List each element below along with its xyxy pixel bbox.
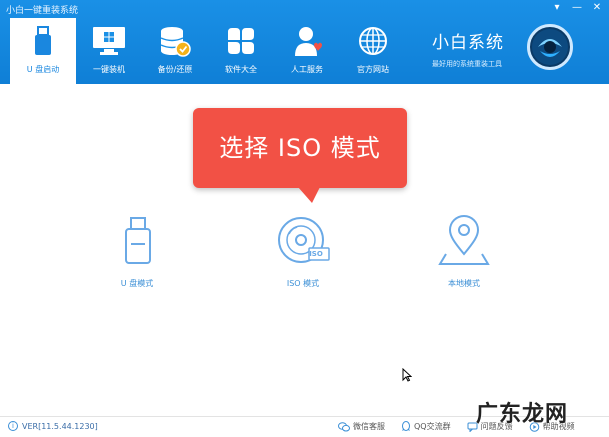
nav-item-usb-boot[interactable]: U 盘启动 bbox=[10, 18, 76, 84]
menu-dropdown-button[interactable]: ▾ bbox=[551, 2, 563, 14]
nav-item-software[interactable]: 软件大全 bbox=[208, 18, 274, 84]
version-info: i VER[11.5.44.1230] bbox=[8, 421, 98, 431]
nav-item-backup[interactable]: 备份/还原 bbox=[142, 18, 208, 84]
footer-link-label: QQ交流群 bbox=[414, 422, 451, 431]
mode-local[interactable]: 本地模式 bbox=[429, 214, 499, 289]
iso-mode-tooltip: 选择 ISO 模式 bbox=[193, 108, 407, 188]
mode-label: ISO 模式 bbox=[286, 279, 320, 288]
usb-drive-icon bbox=[25, 24, 61, 58]
close-button[interactable]: ✕ bbox=[591, 2, 603, 14]
header-bar: 小白一键重装系统 ▾ — ✕ U 盘启动 一键装机 备份/还原 软件大全 人工服… bbox=[0, 0, 609, 84]
support-agent-icon bbox=[289, 24, 325, 58]
brand: 小白系统 最好用的系统重装工具 bbox=[432, 28, 504, 69]
qq-icon bbox=[402, 421, 410, 431]
mode-usb[interactable]: U 盘模式 bbox=[102, 214, 172, 289]
nav-label: U 盘启动 bbox=[26, 65, 60, 74]
iso-badge: ISO bbox=[309, 250, 323, 258]
wechat-icon bbox=[338, 421, 350, 431]
tooltip-text: 选择 ISO 模式 bbox=[219, 134, 381, 162]
footer-link-label: 微信客服 bbox=[353, 422, 385, 431]
brand-tagline: 最好用的系统重装工具 bbox=[432, 60, 502, 68]
tooltip-tail bbox=[298, 187, 320, 203]
info-icon: i bbox=[8, 421, 18, 431]
mode-label: 本地模式 bbox=[448, 279, 480, 288]
brand-name: 小白系统 bbox=[432, 33, 504, 53]
nav-label: 一键装机 bbox=[93, 65, 125, 74]
monitor-windows-icon bbox=[91, 24, 127, 58]
globe-icon bbox=[355, 24, 391, 58]
usb-drive-icon bbox=[125, 217, 151, 264]
nav-item-website[interactable]: 官方网站 bbox=[340, 18, 406, 84]
map-pin-icon bbox=[438, 215, 490, 265]
watermark-text: 广东龙网 bbox=[476, 402, 569, 427]
nav-label: 官方网站 bbox=[357, 65, 389, 74]
nav-label: 备份/还原 bbox=[157, 65, 193, 74]
app-title: 小白一键重装系统 bbox=[6, 6, 79, 16]
nav-item-install[interactable]: 一键装机 bbox=[76, 18, 142, 84]
disc-iso-icon bbox=[278, 217, 330, 263]
mode-label: U 盘模式 bbox=[120, 279, 154, 288]
nav-item-support[interactable]: 人工服务 bbox=[274, 18, 340, 84]
window-controls: ▾ — ✕ bbox=[551, 2, 603, 14]
mode-iso[interactable]: ISO 模式 bbox=[268, 214, 338, 289]
main-nav: U 盘启动 一键装机 备份/还原 软件大全 人工服务 官方网站 bbox=[10, 18, 406, 84]
footer-link-qq[interactable]: QQ交流群 bbox=[401, 421, 451, 432]
mouse-cursor-icon bbox=[402, 367, 413, 386]
database-icon bbox=[157, 24, 193, 58]
version-text: VER[11.5.44.1230] bbox=[22, 421, 98, 431]
nav-label: 人工服务 bbox=[291, 65, 323, 74]
brand-logo-icon bbox=[527, 24, 573, 70]
nav-label: 软件大全 bbox=[225, 65, 257, 74]
minimize-button[interactable]: — bbox=[571, 2, 583, 14]
apps-clover-icon bbox=[223, 24, 259, 58]
footer-link-wechat[interactable]: 微信客服 bbox=[338, 421, 385, 432]
